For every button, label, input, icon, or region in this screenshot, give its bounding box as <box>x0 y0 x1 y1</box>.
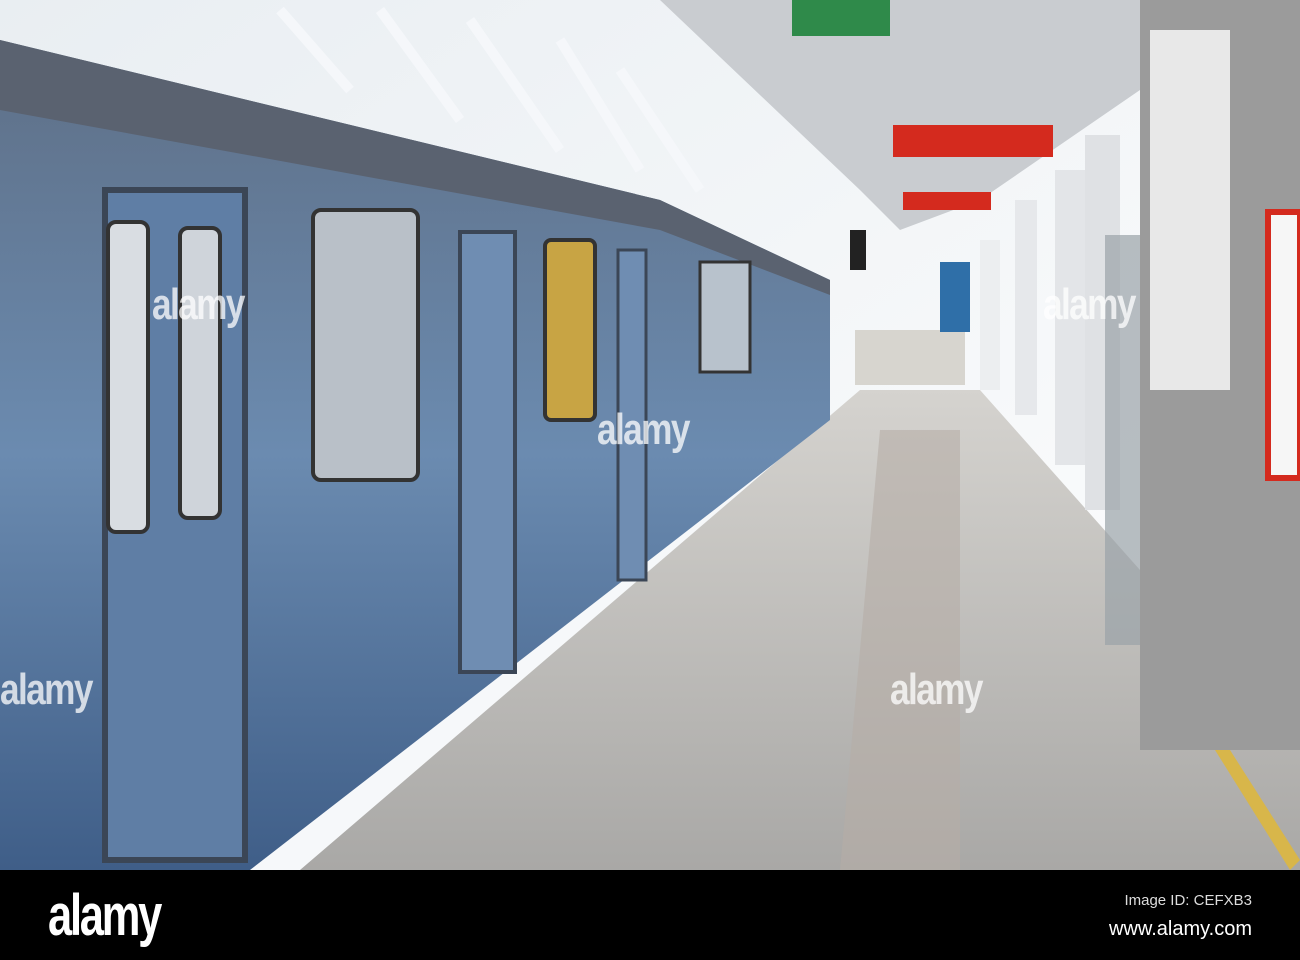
exit-sign <box>792 0 890 36</box>
site-url: www.alamy.com <box>1109 918 1252 940</box>
watermark: alamy <box>152 280 245 329</box>
train-window <box>543 238 597 422</box>
train-window <box>698 260 752 374</box>
red-sign <box>893 125 1053 157</box>
alamy-logo: alamy <box>48 883 162 948</box>
train-door <box>458 230 517 674</box>
watermark: alamy <box>1043 280 1136 329</box>
footer-bar: alamy Image ID: CEFXB3 www.alamy.com <box>0 870 1300 960</box>
red-sign <box>903 192 991 210</box>
train-window <box>106 220 150 534</box>
image-id: Image ID: CEFXB3 <box>1124 892 1252 909</box>
column <box>1015 200 1037 415</box>
pillar-light <box>1150 30 1230 390</box>
watermark: alamy <box>890 665 983 714</box>
watermark: alamy <box>597 405 690 454</box>
train-window <box>178 226 222 520</box>
watermark: alamy <box>0 665 93 714</box>
train-window <box>311 208 420 482</box>
traffic-signal <box>850 230 866 270</box>
column <box>980 240 1000 390</box>
blue-poster <box>940 262 970 332</box>
background-wall <box>855 330 965 385</box>
red-frame <box>1265 209 1300 481</box>
